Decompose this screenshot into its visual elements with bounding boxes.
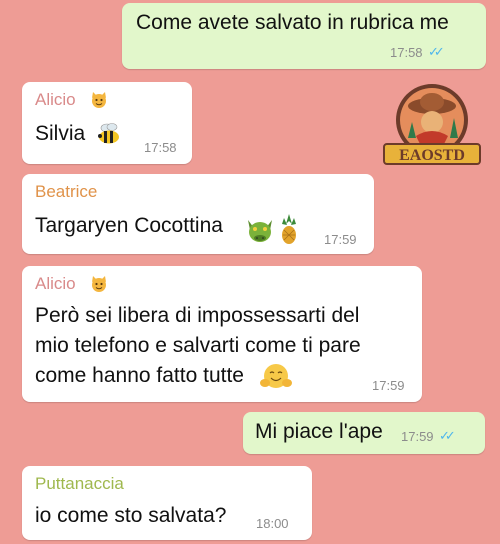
message-line-3: come hanno fatto tutte: [35, 364, 244, 387]
incoming-message[interactable]: Alicio Silvia 17:58: [22, 82, 192, 164]
message-time: 17:59: [401, 429, 434, 444]
message-time: 18:00: [256, 516, 289, 531]
message-time: 17:59: [324, 232, 357, 247]
pineapple-icon: [282, 214, 296, 244]
outgoing-message[interactable]: Come avete salvato in rubrica me 17:58 ✓…: [122, 3, 486, 69]
watermark-text: EAOSTD: [399, 147, 465, 164]
message-line-1: Però sei libera di impossessarti del: [35, 304, 360, 327]
message-text: Come avete salvato in rubrica me: [136, 11, 449, 34]
read-ticks-icon: ✓✓: [428, 44, 445, 59]
outgoing-message[interactable]: Mi piace l'ape 17:59 ✓✓: [243, 412, 485, 454]
sender-name: Alicio: [35, 90, 76, 109]
sender-name: Puttanaccia: [35, 474, 124, 493]
message-text: io come sto salvata?: [35, 504, 227, 527]
incoming-message[interactable]: Puttanaccia io come sto salvata? 18:00: [22, 466, 312, 540]
message-time: 17:58: [144, 140, 177, 155]
dragon-face-icon: [248, 220, 272, 242]
incoming-message[interactable]: Alicio Però sei libera di impossessarti …: [22, 266, 422, 402]
message-time: 17:59: [372, 378, 405, 393]
incoming-message[interactable]: Beatrice Targaryen Cocottina 17:59: [22, 174, 374, 254]
message-time: 17:58: [390, 45, 423, 60]
message-line-2: mio telefono e salvarti come ti pare: [35, 334, 361, 357]
cat-face-icon: [92, 276, 106, 292]
hugging-face-icon: [260, 364, 292, 388]
sender-name: Alicio: [35, 274, 76, 293]
sender-name: Beatrice: [35, 182, 98, 201]
read-ticks-icon: ✓✓: [439, 428, 456, 443]
cat-face-icon: [92, 92, 106, 108]
message-text: Targaryen Cocottina: [35, 214, 223, 237]
message-text: Mi piace l'ape: [255, 420, 383, 443]
message-text: Silvia: [35, 122, 86, 145]
watermark-logo: EAOSTD: [383, 84, 481, 165]
bee-icon: [98, 123, 119, 144]
